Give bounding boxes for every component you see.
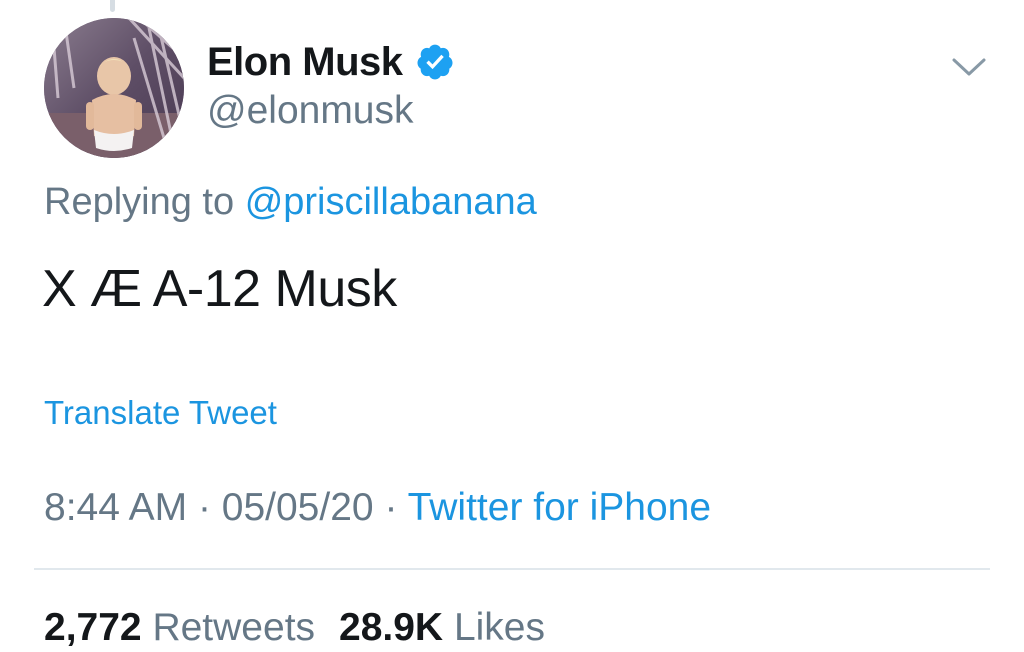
author-handle[interactable]: @elonmusk xyxy=(207,88,414,134)
tweet-text: X Æ A-12 Musk xyxy=(42,260,397,318)
tweet-source-link[interactable]: Twitter for iPhone xyxy=(408,486,711,529)
likes-count: 28.9K xyxy=(339,606,444,649)
translate-tweet-link[interactable]: Translate Tweet xyxy=(44,392,277,434)
replying-to-prefix: Replying to xyxy=(44,181,235,223)
avatar[interactable] xyxy=(44,18,184,158)
replying-to-line: Replying to @priscillabanana xyxy=(44,178,537,226)
likes-label: Likes xyxy=(453,606,545,649)
retweets-stat[interactable]: 2,772 Retweets xyxy=(44,606,315,649)
thread-connector-line xyxy=(110,0,115,12)
author-name-row[interactable]: Elon Musk xyxy=(207,38,455,86)
retweets-count: 2,772 xyxy=(44,606,142,649)
engagement-stats: 2,772 Retweets 28.9K Likes xyxy=(44,604,545,652)
divider xyxy=(34,568,990,570)
avatar-photo xyxy=(44,18,184,158)
meta-separator: · xyxy=(197,486,211,529)
likes-stat[interactable]: 28.9K Likes xyxy=(339,606,545,649)
author-display-name[interactable]: Elon Musk xyxy=(207,38,403,86)
meta-separator: · xyxy=(384,486,398,529)
chevron-down-icon[interactable] xyxy=(950,54,988,82)
tweet-time[interactable]: 8:44 AM xyxy=(44,486,187,529)
replying-to-mention-link[interactable]: @priscillabanana xyxy=(245,181,537,223)
retweets-label: Retweets xyxy=(152,606,316,649)
tweet-date[interactable]: 05/05/20 xyxy=(222,486,374,529)
tweet-metadata: 8:44 AM · 05/05/20 · Twitter for iPhone xyxy=(44,484,711,532)
verified-badge-icon xyxy=(415,42,455,82)
